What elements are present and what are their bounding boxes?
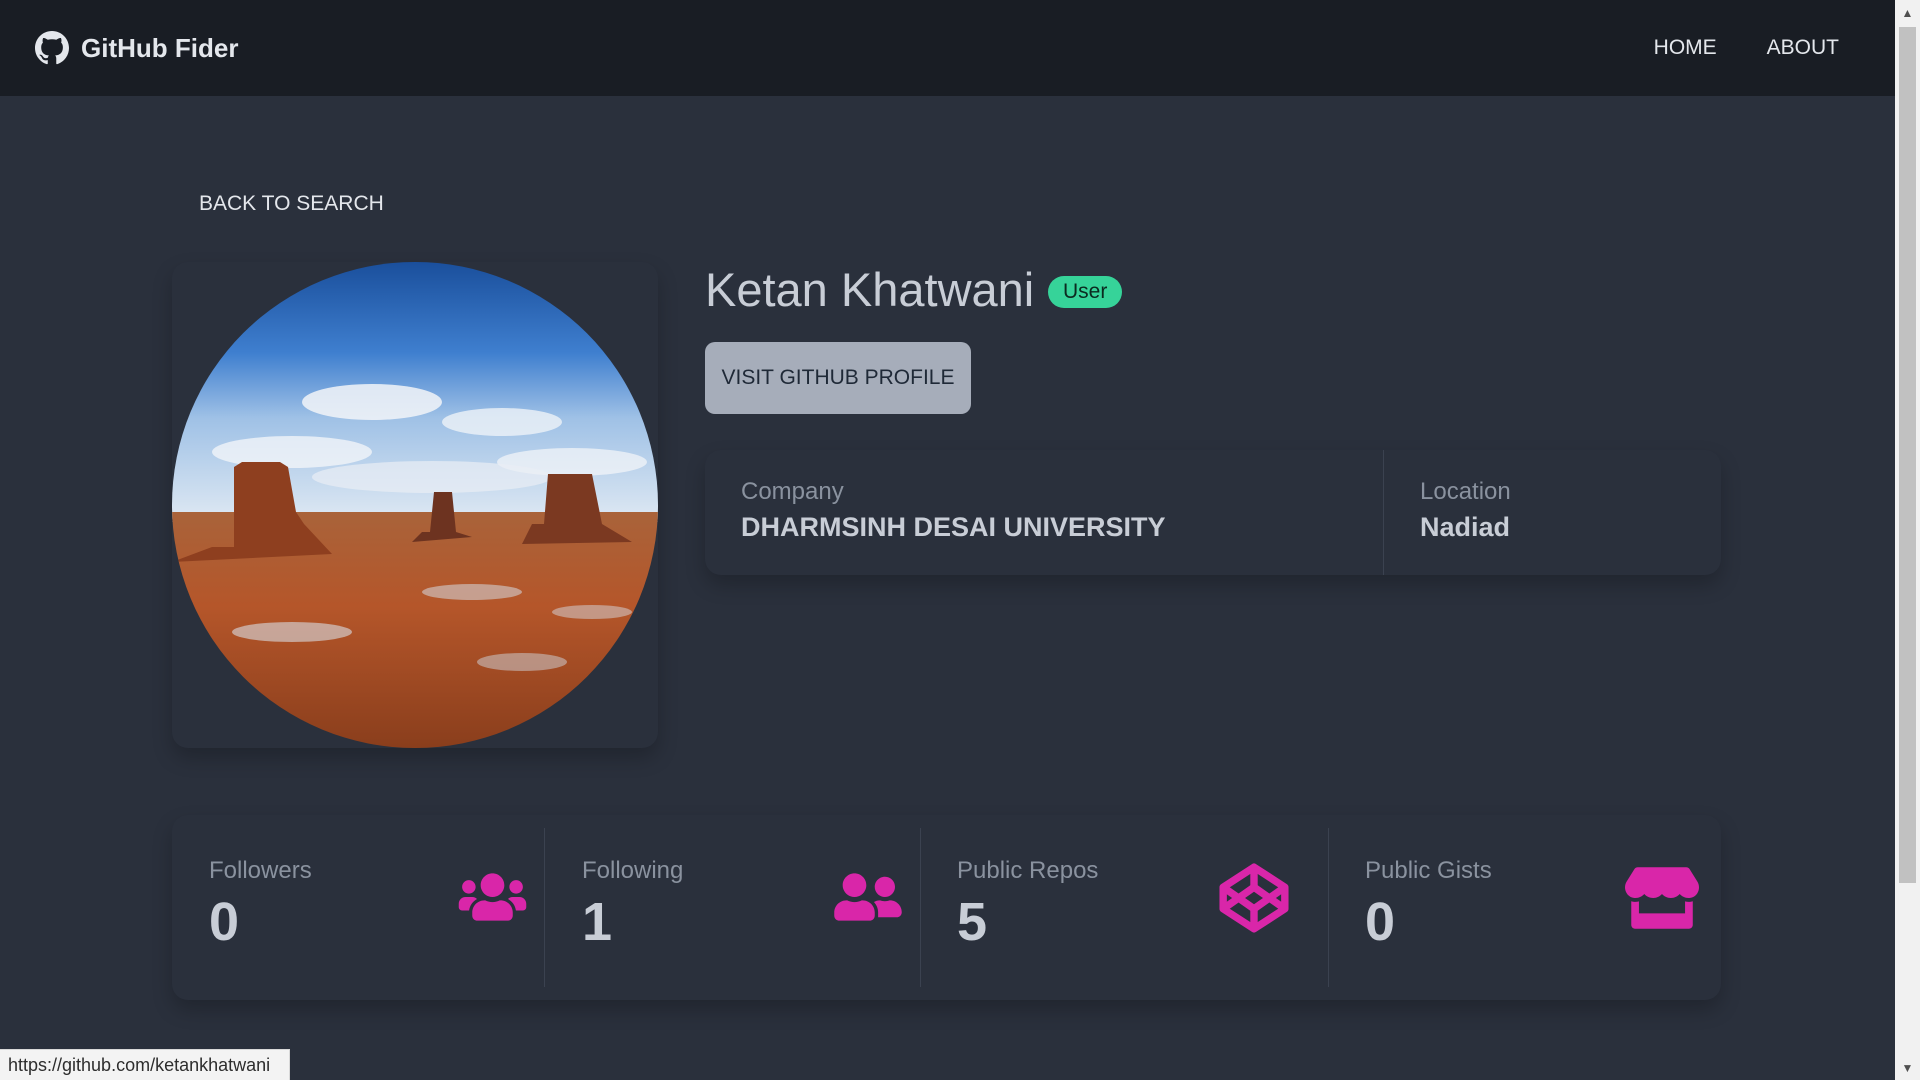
user-type-badge: User — [1048, 276, 1123, 308]
github-icon — [35, 31, 69, 65]
scroll-up-arrow-icon[interactable]: ▲ — [1895, 0, 1920, 25]
followers-value: 0 — [209, 892, 240, 952]
nav-links: HOME ABOUT — [1634, 26, 1859, 70]
profile-name: Ketan Khatwani — [705, 263, 1035, 316]
scroll-down-arrow-icon[interactable]: ▼ — [1895, 1055, 1920, 1080]
public-gists-label: Public Gists — [1365, 857, 1492, 884]
scroll-thumb[interactable] — [1899, 27, 1916, 883]
nav-home-link[interactable]: HOME — [1634, 26, 1737, 70]
location-stat: Location Nadiad — [1420, 478, 1511, 543]
public-repos-label: Public Repos — [957, 857, 1099, 884]
avatar-image — [172, 262, 658, 748]
company-value: DHARMSINH DESAI UNIVERSITY — [741, 512, 1166, 542]
navbar: GitHub Fider HOME ABOUT — [0, 0, 1895, 96]
public-repos-value: 5 — [957, 892, 988, 952]
brand[interactable]: GitHub Fider — [35, 31, 238, 65]
stats-card: Followers 0 Following 1 Public Repos 5 P… — [172, 815, 1721, 1000]
company-stat: Company DHARMSINH DESAI UNIVERSITY — [741, 478, 1166, 543]
location-label: Location — [1420, 478, 1511, 505]
followers-label: Followers — [209, 857, 312, 884]
following-value: 1 — [582, 892, 613, 952]
users-icon — [458, 873, 527, 921]
public-gists-value: 0 — [1365, 892, 1396, 952]
location-value: Nadiad — [1420, 512, 1511, 542]
divider — [1328, 828, 1329, 987]
info-card: Company DHARMSINH DESAI UNIVERSITY Locat… — [705, 450, 1721, 575]
link-status-bar: https://github.com/ketankhatwani — [0, 1049, 290, 1080]
public-gists-stat: Public Gists 0 — [1365, 815, 1699, 1000]
visit-github-profile-button[interactable]: VISIT GITHUB PROFILE — [705, 342, 971, 414]
followers-stat: Followers 0 — [209, 815, 539, 1000]
avatar-card — [172, 262, 658, 748]
store-icon — [1625, 867, 1699, 929]
nav-about-link[interactable]: ABOUT — [1747, 26, 1859, 70]
company-label: Company — [741, 478, 844, 505]
vertical-scrollbar[interactable]: ▲ ▼ — [1895, 0, 1920, 1080]
user-friends-icon — [834, 873, 902, 921]
codepen-icon — [1219, 863, 1289, 933]
public-repos-stat: Public Repos 5 — [957, 815, 1317, 1000]
divider — [544, 828, 545, 987]
following-stat: Following 1 — [582, 815, 912, 1000]
brand-title: GitHub Fider — [81, 32, 239, 63]
divider — [920, 828, 921, 987]
back-to-search-button[interactable]: BACK TO SEARCH — [175, 186, 408, 222]
following-label: Following — [582, 857, 684, 884]
divider — [1383, 450, 1384, 575]
avatar — [172, 262, 658, 748]
